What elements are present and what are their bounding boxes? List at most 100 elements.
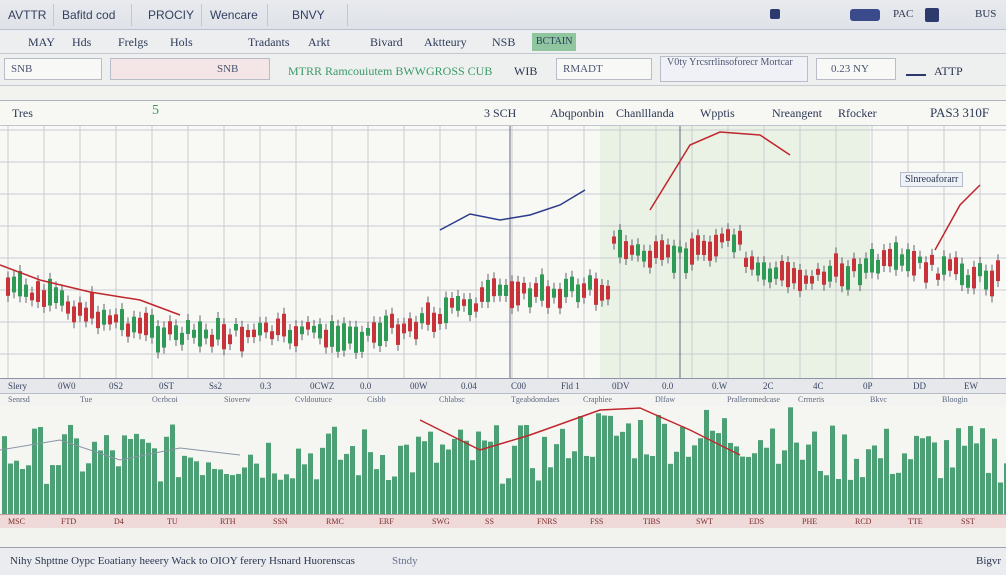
candle-body xyxy=(600,284,604,301)
candle-body xyxy=(534,283,538,297)
price-field[interactable]: 0.23 NY xyxy=(816,58,896,80)
volume-bar xyxy=(62,434,67,514)
volume-bar xyxy=(998,482,1003,514)
volume-axis-label-10: SS xyxy=(485,517,494,526)
window-badge-icon[interactable] xyxy=(850,9,880,21)
menu-item-2[interactable]: Hds xyxy=(72,33,91,51)
candle-body xyxy=(540,274,544,301)
tab-4-label: Wencare xyxy=(210,8,258,22)
volume-bar xyxy=(872,445,877,514)
menu-item-5[interactable]: Tradants xyxy=(248,33,290,51)
volume-bar xyxy=(992,438,997,514)
volume-bar xyxy=(230,475,235,514)
volume-bar xyxy=(746,456,751,514)
volume-bar xyxy=(362,429,367,514)
candle-body xyxy=(576,284,580,303)
volume-bar xyxy=(770,428,775,514)
price-field-suffix: NY xyxy=(853,63,869,75)
volume-bar xyxy=(464,440,469,514)
volume-axis-label-7: RMC xyxy=(326,517,344,526)
volume-bar xyxy=(416,436,421,514)
candle-body xyxy=(144,312,148,336)
candle-body xyxy=(858,263,862,286)
menu-item-4[interactable]: Hols xyxy=(170,33,193,51)
candle-body xyxy=(912,250,916,276)
volume-bar xyxy=(548,467,553,514)
volume-bar xyxy=(866,449,871,514)
candle-body xyxy=(972,266,976,289)
tab-2[interactable]: Bafitd cod xyxy=(54,4,132,26)
menu-item-9[interactable]: NSB xyxy=(492,33,515,51)
flag-icon[interactable] xyxy=(770,9,780,19)
candle-body xyxy=(78,302,82,316)
volume-bar xyxy=(110,450,115,514)
candle-body xyxy=(276,318,280,336)
date-axis-label-5: Cvldoutuce xyxy=(295,395,332,404)
volume-bar xyxy=(860,477,865,514)
candle-body xyxy=(786,262,790,288)
candle-body xyxy=(186,320,190,334)
candle-body xyxy=(654,241,658,259)
candle-body xyxy=(882,250,886,266)
volume-bar xyxy=(398,445,403,514)
date-axis-label-4: Sioverw xyxy=(224,395,251,404)
price-axis-label-18: 0P xyxy=(863,381,873,391)
toolbar-right-label: ATTP xyxy=(934,64,963,78)
candle-body xyxy=(108,315,112,325)
menu-item-7[interactable]: Bivard xyxy=(370,33,403,51)
volume-bar xyxy=(38,427,43,514)
date-axis-label-6: Cisbb xyxy=(367,395,386,404)
volume-bar xyxy=(674,451,679,514)
volume-bar xyxy=(680,426,685,514)
candle-body xyxy=(450,298,454,308)
candle-body xyxy=(630,245,634,255)
volume-bar xyxy=(692,445,697,514)
price-axis-label-17: 4C xyxy=(813,381,824,391)
menu-item-10[interactable]: BCTAIN xyxy=(532,33,577,51)
volume-bar xyxy=(260,477,265,514)
candle-body xyxy=(744,257,748,267)
volume-axis-label-9: SWG xyxy=(432,517,450,526)
volume-bar xyxy=(638,420,643,514)
date-axis-label-11: Pralleromedcase xyxy=(727,395,780,404)
volume-bar xyxy=(962,445,967,514)
candle-body xyxy=(504,284,508,297)
volume-bar xyxy=(926,436,931,514)
candle-body xyxy=(132,316,136,333)
price-axis-label-20: EW xyxy=(964,381,978,391)
toolbar: SNB SNB MTRR Ramcouiutem BWWGROSS CUB WI… xyxy=(0,54,1006,86)
volume-axis-label-3: D4 xyxy=(114,517,124,526)
candle-body xyxy=(264,322,268,333)
candle-body xyxy=(810,276,814,284)
candle-body xyxy=(36,281,40,302)
menu-item-3[interactable]: Frelgs xyxy=(118,33,148,51)
volume-bar xyxy=(974,443,979,514)
volume-bar xyxy=(482,440,487,514)
volume-axis-label-1: MSC xyxy=(8,517,25,526)
range-field[interactable]: RMADT xyxy=(556,58,652,80)
menu-item-8[interactable]: Aktteury xyxy=(424,33,467,51)
candle-body xyxy=(732,234,736,253)
candle-body xyxy=(648,250,652,268)
volume-bar xyxy=(224,474,229,514)
tab-3[interactable]: PROCIY xyxy=(140,4,202,26)
menu-item-6[interactable]: Arkt xyxy=(308,33,330,51)
volume-axis-label-18: TTE xyxy=(908,517,923,526)
candle-body xyxy=(672,245,676,273)
tab-1[interactable]: AVTTR xyxy=(0,4,54,26)
menu-item-1[interactable]: MAY xyxy=(28,33,55,51)
tab-5[interactable]: BNVY xyxy=(268,4,348,26)
interval-field[interactable]: SNB xyxy=(110,58,270,80)
settings-icon[interactable] xyxy=(906,64,926,76)
price-axis-label-11: C00 xyxy=(511,381,527,391)
volume-bar xyxy=(830,425,835,514)
symbol-field[interactable]: SNB xyxy=(4,58,102,80)
price-chart[interactable] xyxy=(0,86,1006,547)
candle-body xyxy=(642,250,646,262)
candle-body xyxy=(780,260,784,281)
user-icon[interactable] xyxy=(925,8,939,22)
candle-body xyxy=(66,301,70,314)
volume-bar xyxy=(686,456,691,514)
tab-4[interactable]: Wencare xyxy=(202,4,268,26)
candle-body xyxy=(90,292,94,319)
